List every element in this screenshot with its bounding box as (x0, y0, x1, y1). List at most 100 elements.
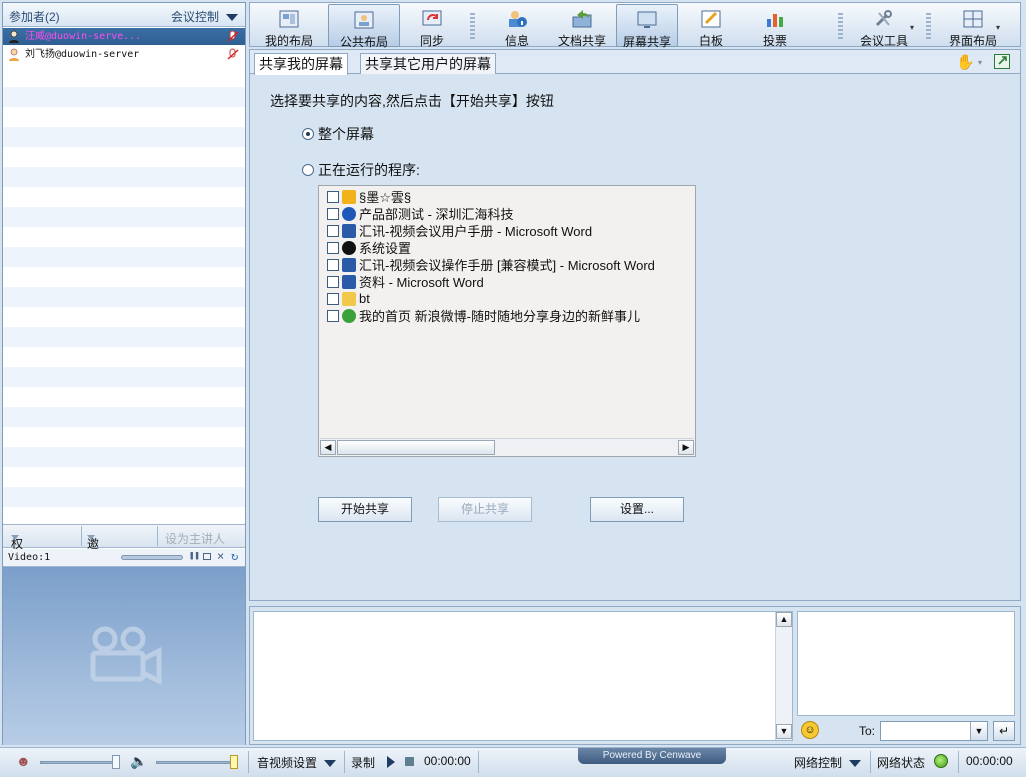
ui-layout-button[interactable]: 界面布局 (934, 4, 1012, 48)
my-layout-icon (279, 10, 299, 28)
list-item[interactable]: 产品部测试 - 深圳汇海科技 (327, 205, 514, 222)
chat-input[interactable] (797, 611, 1015, 716)
close-icon[interactable]: × (217, 549, 224, 563)
program-checkbox[interactable] (327, 309, 339, 322)
share-settings-button[interactable]: 设置... (590, 497, 684, 522)
public-layout-icon (354, 11, 374, 29)
ie-icon (342, 308, 356, 323)
screen-share-button[interactable]: 屏幕共享 (616, 4, 678, 49)
video-area (3, 567, 245, 745)
vote-button[interactable]: 投票 (744, 4, 806, 48)
record-time: 00:00:00 (424, 754, 471, 768)
horizontal-scrollbar[interactable]: ◀ ▶ (320, 438, 694, 455)
speaker-icon[interactable]: 🔈 (130, 753, 147, 770)
participant-row[interactable]: 汪威@duowin-serve... (3, 28, 245, 45)
speaker-slider-thumb[interactable] (230, 755, 238, 769)
qq-icon (342, 240, 356, 255)
tab-share-mine[interactable]: 共享我的屏幕 (254, 53, 348, 75)
powered-by-banner: Powered By Cenwave (578, 748, 726, 764)
ui-layout-icon (963, 10, 983, 28)
scroll-right-button[interactable]: ▶ (678, 440, 694, 455)
participant-actions-bar: 权限设置 邀请用户 设为主讲人 (3, 524, 245, 602)
list-item[interactable]: bt (327, 290, 370, 307)
scroll-down-button[interactable]: ▼ (776, 724, 792, 739)
list-item[interactable]: 系统设置 (327, 239, 411, 256)
chevron-down-icon[interactable]: ▼ (970, 722, 987, 740)
network-status-indicator (934, 754, 948, 768)
public-layout-button[interactable]: 公共布局 (328, 4, 400, 49)
participant-name: 汪威@duowin-serve... (25, 31, 142, 42)
vote-icon (767, 14, 783, 27)
participants-header: 参加者(2) 会议控制 (3, 3, 245, 27)
stop-icon[interactable] (405, 757, 414, 766)
scroll-up-button[interactable]: ▲ (776, 612, 792, 627)
participant-name: 刘飞扬@duowin-server (25, 49, 140, 60)
program-checkbox[interactable] (327, 190, 339, 203)
popout-icon[interactable] (994, 54, 1010, 69)
user-mic-icon[interactable]: ☻ (16, 753, 31, 769)
whiteboard-icon (701, 10, 721, 28)
video-volume-slider[interactable] (121, 555, 183, 560)
word-icon (342, 223, 356, 238)
user-avatar-icon (9, 48, 19, 61)
list-item[interactable]: 汇讯-视频会议操作手册 [兼容模式] - Microsoft Word (327, 256, 655, 273)
pause-icon[interactable]: ❚❚ (189, 551, 200, 561)
fullscreen-option[interactable]: 整个屏幕 (302, 124, 374, 144)
refresh-icon[interactable]: ↻ (231, 549, 238, 563)
network-control-menu[interactable]: 网络控制 (794, 754, 862, 771)
chat-log: ▲ ▼ (253, 611, 793, 741)
folder-icon (342, 291, 356, 306)
av-settings-menu[interactable]: 音视频设置 (257, 754, 337, 771)
send-button[interactable]: ↵ (993, 721, 1015, 741)
running-programs-option[interactable]: 正在运行的程序: (302, 160, 420, 180)
my-layout-button[interactable]: 我的布局 (254, 4, 324, 48)
to-label: To: (859, 724, 876, 738)
stop-share-button[interactable]: 停止共享 (438, 497, 532, 522)
video-title: Video:1 (8, 552, 51, 563)
mic-volume-slider[interactable] (40, 761, 120, 764)
hand-icon[interactable]: ✋ (956, 53, 975, 71)
program-checkbox[interactable] (327, 241, 339, 254)
meeting-control-menu[interactable]: 会议控制 (171, 8, 239, 25)
scroll-thumb[interactable] (337, 440, 495, 455)
play-icon[interactable] (387, 756, 395, 768)
tab-share-others[interactable]: 共享其它用户的屏幕 (360, 53, 496, 74)
scroll-left-button[interactable]: ◀ (320, 440, 336, 455)
program-checkbox[interactable] (327, 292, 339, 305)
doc-share-button[interactable]: 文档共享 (550, 4, 614, 48)
whiteboard-button[interactable]: 白板 (680, 4, 742, 48)
participant-row[interactable]: 刘飞扬@duowin-server (3, 46, 245, 63)
list-item[interactable]: 资料 - Microsoft Word (327, 273, 484, 290)
info-button[interactable]: 信息 (486, 4, 548, 48)
mic-muted-icon[interactable] (226, 30, 240, 43)
session-time: 00:00:00 (966, 754, 1013, 768)
participants-title: 参加者(2) (9, 10, 60, 24)
screen-share-icon (637, 11, 657, 28)
maximize-icon[interactable] (203, 553, 211, 560)
recipient-select[interactable]: ▼ (880, 721, 988, 741)
program-checkbox[interactable] (327, 207, 339, 220)
start-share-button[interactable]: 开始共享 (318, 497, 412, 522)
speaker-volume-slider[interactable] (156, 761, 234, 764)
program-checkbox[interactable] (327, 275, 339, 288)
emoji-icon[interactable]: ☺ (801, 721, 819, 739)
list-item[interactable]: §墨☆雲§ (327, 188, 411, 205)
share-instruction: 选择要共享的内容,然后点击【开始共享】按钮 (270, 93, 554, 109)
doc-share-icon (572, 10, 592, 28)
participants-panel: 参加者(2) 会议控制 汪威@duowin-serve... 刘飞扬@duowi… (2, 2, 246, 745)
program-checkbox[interactable] (327, 224, 339, 237)
program-checkbox[interactable] (327, 258, 339, 271)
screen-share-panel: 共享我的屏幕 共享其它用户的屏幕 ✋ ▾ 选择要共享的内容,然后点击【开始共享】… (249, 49, 1021, 601)
list-item[interactable]: 我的首页 新浪微博-随时随地分享身边的新鲜事儿 (327, 307, 640, 324)
video-header: Video:1 ❚❚ × ↻ (3, 549, 245, 567)
sync-icon (422, 10, 442, 26)
mic-slider-thumb[interactable] (112, 755, 120, 769)
sync-button[interactable]: 同步 (402, 4, 462, 48)
chat-scrollbar[interactable]: ▲ ▼ (775, 612, 792, 740)
word-icon (342, 257, 356, 272)
radio-fullscreen[interactable] (302, 128, 314, 140)
radio-programs[interactable] (302, 164, 314, 176)
mic-muted-icon[interactable] (226, 48, 240, 61)
set-presenter-button[interactable]: 设为主讲人 (165, 530, 225, 547)
list-item[interactable]: 汇讯-视频会议用户手册 - Microsoft Word (327, 222, 592, 239)
